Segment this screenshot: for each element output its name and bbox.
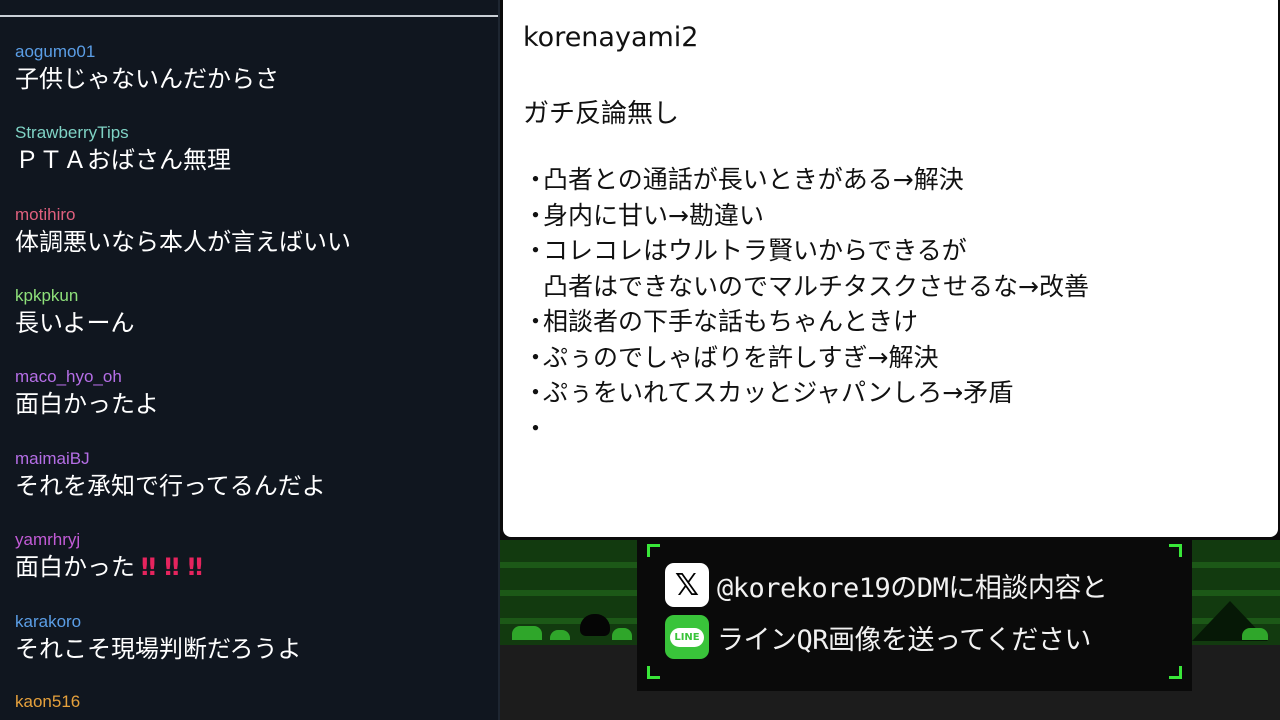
note-item-text: ぷぅのでしゃばりを許しすぎ→解決 (543, 342, 939, 372)
chat-text-body: 面白かった (15, 553, 135, 581)
chat-message: maimaiBJ それを承知で行ってるんだよ (15, 449, 485, 501)
note-item: ・凸者との通話が長いときがある→解決 (523, 162, 1089, 198)
chat-message: aogumo01 子供じゃないんだからさ (15, 42, 485, 94)
bush-sprite (1242, 628, 1268, 640)
bush-sprite (550, 630, 570, 640)
line-logo-text: LINE (670, 627, 704, 647)
bullet: ・ (523, 378, 549, 407)
line-contact-text: ラインQR画像を送ってください (717, 624, 1091, 656)
frame-corner (1169, 666, 1182, 679)
note-item-text: コレコレはウルトラ賢いからできるが (543, 236, 967, 265)
chat-username[interactable]: maco_hyo_oh (15, 367, 485, 387)
chat-username[interactable]: kaon516 (15, 692, 485, 712)
chat-username[interactable]: motihiro (15, 205, 485, 225)
chat-username[interactable]: maimaiBJ (15, 449, 485, 469)
x-contact-row: 𝕏 @korekore19のDMに相談内容と (665, 563, 1108, 607)
note-item-text: ぷぅをいれてスカッとジャパンしろ→矛盾 (543, 378, 1014, 407)
note-item-empty: ・ (523, 411, 1089, 447)
note-item-continuation: 凸者はできないのでマルチタスクさせるな→改善 (523, 269, 1089, 305)
note-item: ・身内に甘い→勘違い (523, 198, 1089, 234)
note-item: ・ぷぅのでしゃばりを許しすぎ→解決 (523, 340, 1089, 376)
bullet: ・ (523, 413, 549, 443)
x-contact-text: @korekore19のDMに相談内容と (717, 572, 1108, 604)
note-item: ・ぷぅをいれてスカッとジャパンしろ→矛盾 (523, 375, 1089, 411)
note-item: ・コレコレはウルトラ賢いからできるが (523, 233, 1089, 269)
bullet: ・ (523, 307, 549, 336)
chat-text: 面白かったよ (15, 390, 159, 418)
note-item-text: 相談者の下手な話もちゃんときけ (543, 307, 919, 336)
chat-divider (0, 15, 498, 17)
chat-username[interactable]: StrawberryTips (15, 123, 485, 143)
frame-corner (1169, 544, 1182, 557)
frame-corner (647, 666, 660, 679)
chat-username[interactable]: aogumo01 (15, 42, 485, 62)
chat-text: 子供じゃないんだからさ (15, 65, 279, 93)
chat-username[interactable]: kpkpkun (15, 286, 485, 306)
bullet: ・ (523, 236, 549, 265)
bullet: ・ (523, 200, 549, 230)
bush-sprite (512, 626, 542, 640)
frame-corner (647, 544, 660, 557)
chat-username[interactable]: karakoro (15, 612, 485, 632)
chat-text: 面白かった ‼ ‼ ‼ (15, 552, 485, 582)
chat-text: 長いよーん (15, 309, 135, 337)
note-item-text: 身内に甘い→勘違い (543, 200, 764, 230)
note-card: korenayami2 ガチ反論無し ・凸者との通話が長いときがある→解決 ・身… (503, 0, 1278, 537)
exclamation-emoji: ‼ ‼ ‼ (141, 553, 203, 581)
note-handle: korenayami2 (523, 22, 699, 53)
bullet: ・ (523, 165, 549, 194)
bullet: ・ (523, 342, 549, 372)
chat-message: karakoro それこそ現場判断だろうよ (15, 612, 485, 664)
note-item: ・相談者の下手な話もちゃんときけ (523, 304, 1089, 340)
bird-sprite (580, 614, 610, 636)
chat-panel: aogumo01 子供じゃないんだからさ StrawberryTips ＰＴＡお… (0, 0, 500, 720)
chat-text: それを承知で行ってるんだよ (15, 472, 326, 500)
note-item-text: 凸者との通話が長いときがある→解決 (543, 165, 964, 194)
chat-text: それこそ現場判断だろうよ (15, 635, 302, 663)
chat-text: ＰＴＡおばさん無理 (15, 146, 231, 174)
contact-info-box: 𝕏 @korekore19のDMに相談内容と LINE ラインQR画像を送ってく… (637, 539, 1192, 691)
chat-message: StrawberryTips ＰＴＡおばさん無理 (15, 123, 485, 175)
note-list: ・凸者との通話が長いときがある→解決 ・身内に甘い→勘違い ・コレコレはウルトラ… (523, 162, 1089, 446)
chat-text: 体調悪いなら本人が言えばいい (15, 228, 351, 256)
chat-message: maco_hyo_oh 面白かったよ (15, 367, 485, 419)
chat-message: yamrhryj 面白かった ‼ ‼ ‼ (15, 530, 485, 582)
bush-sprite (612, 628, 632, 640)
chat-username[interactable]: yamrhryj (15, 530, 485, 550)
line-logo-icon: LINE (665, 615, 709, 659)
chat-message: kpkpkun 長いよーん (15, 286, 485, 338)
chat-message: kaon516 (15, 692, 485, 712)
note-item-text: 凸者はできないのでマルチタスクさせるな→改善 (543, 271, 1089, 301)
note-heading: ガチ反論無し (523, 99, 680, 129)
x-logo-icon: 𝕏 (665, 563, 709, 607)
chat-message: motihiro 体調悪いなら本人が言えばいい (15, 205, 485, 257)
line-contact-row: LINE ラインQR画像を送ってください (665, 615, 1091, 659)
